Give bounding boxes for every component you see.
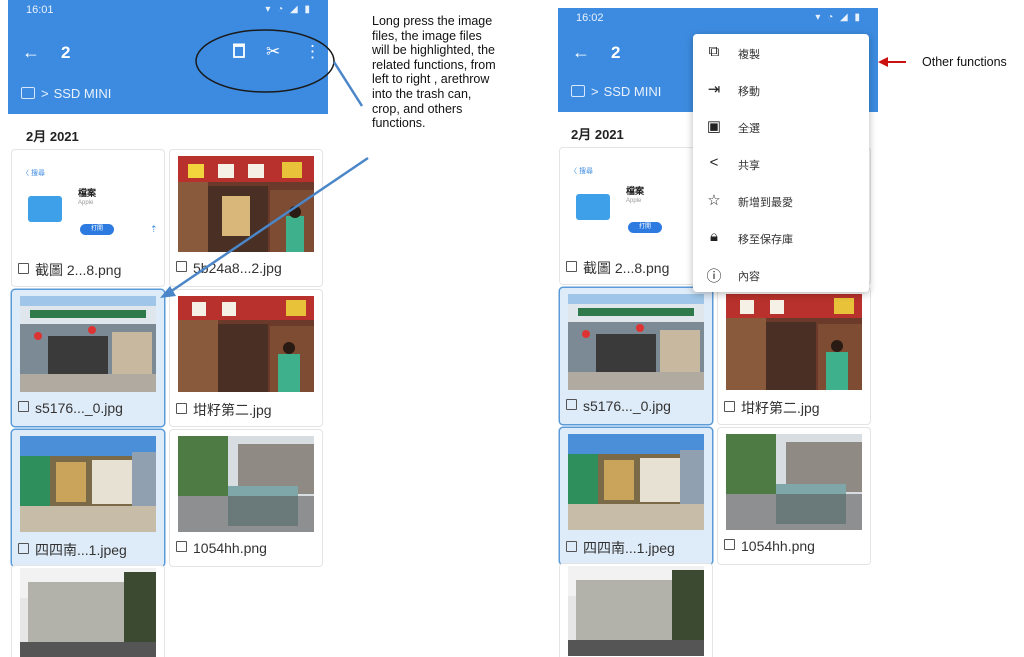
file-thumbnail <box>568 434 704 530</box>
file-thumbnail <box>726 434 862 530</box>
menu-item-label: 移至保存庫 <box>738 234 793 246</box>
file-name: 坩籽第二.jpg <box>724 398 820 418</box>
file-thumbnail: 〈 搜尋 檔案 Apple 打開 <box>568 154 704 250</box>
file-name-label: 坩籽第二.jpg <box>741 400 820 416</box>
file-card[interactable]: 1054hh.png <box>718 428 870 564</box>
back-arrow-icon[interactable]: ← <box>572 42 590 63</box>
menu-item-label: 全選 <box>738 123 760 135</box>
menu-item-label: 內容 <box>738 271 760 283</box>
file-name-label: s5176..._0.jpg <box>583 398 671 414</box>
thumb-subtitle: Apple <box>626 198 642 204</box>
breadcrumb[interactable]: > SSD MINI <box>571 84 661 99</box>
file-card-selected[interactable]: 四四南...1.jpeg <box>560 428 712 564</box>
selected-count: 2 <box>611 43 621 62</box>
file-name: s5176..._0.jpg <box>566 398 671 414</box>
thumb-open-button: 打開 <box>628 222 662 233</box>
status-bar: 16:02 ▾ ◔ ◢ ▮ <box>558 8 878 28</box>
lock-icon: 🔒︎ <box>710 228 718 245</box>
left-annotation: Long press the image files, the image fi… <box>372 14 496 131</box>
menu-item-properties[interactable]: ⓘ 內容 <box>693 258 869 294</box>
image-file-icon <box>724 401 735 412</box>
copy-icon: ⧉ <box>708 43 720 60</box>
menu-item-label: 複製 <box>738 49 760 61</box>
file-thumbnail <box>726 294 862 390</box>
date-header: 2月 2021 <box>571 127 624 142</box>
image-file-icon <box>724 539 735 550</box>
file-card-selected[interactable]: s5176..._0.jpg <box>560 288 712 424</box>
info-icon: ⓘ <box>706 268 722 285</box>
image-file-icon <box>566 261 577 272</box>
menu-item-add-favorite[interactable]: ☆ 新增到最愛 <box>693 184 869 220</box>
menu-item-move[interactable]: ⇥ 移動 <box>693 73 869 109</box>
file-name-label: 截圖 2...8.png <box>583 260 670 276</box>
file-thumbnail <box>568 566 704 656</box>
file-thumbnail <box>568 294 704 390</box>
file-name: 1054hh.png <box>724 538 815 554</box>
move-icon: ⇥ <box>707 81 721 98</box>
menu-item-move-to-vault[interactable]: 🔒︎ 移至保存庫 <box>693 221 869 257</box>
file-name-label: 1054hh.png <box>741 538 815 554</box>
menu-item-label: 共享 <box>738 160 760 172</box>
thumb-back-link: 〈 搜尋 <box>570 168 593 175</box>
menu-item-label: 移動 <box>738 86 760 98</box>
overflow-menu: ⧉ 複製 ⇥ 移動 ▣ 全選 < 共享 ☆ 新增到最愛 🔒︎ 移至保存庫 ⓘ 內… <box>693 34 869 292</box>
thumb-title: 檔案 <box>626 186 645 196</box>
menu-item-copy[interactable]: ⧉ 複製 <box>693 36 869 72</box>
image-file-icon <box>566 399 577 410</box>
file-card[interactable] <box>560 564 712 657</box>
breadcrumb-label: SSD MINI <box>603 84 662 99</box>
status-time: 16:02 <box>576 12 604 24</box>
select-all-icon: ▣ <box>706 118 722 135</box>
menu-item-label: 新增到最愛 <box>738 197 793 209</box>
right-annotation: Other functions <box>922 55 1007 69</box>
menu-item-select-all[interactable]: ▣ 全選 <box>693 110 869 146</box>
image-file-icon <box>566 541 577 552</box>
file-card[interactable]: 坩籽第二.jpg <box>718 288 870 424</box>
status-icons: ▾ ◔ ◢ ▮ <box>815 12 862 23</box>
file-name: 四四南...1.jpeg <box>566 538 675 558</box>
file-name-label: 四四南...1.jpeg <box>583 540 675 556</box>
file-name: 截圖 2...8.png <box>566 258 669 278</box>
share-icon: < <box>709 154 719 171</box>
file-card[interactable]: 〈 搜尋 檔案 Apple 打開 截圖 2...8.png <box>560 148 712 284</box>
folder-icon <box>576 194 610 220</box>
star-icon: ☆ <box>707 192 721 209</box>
drive-icon <box>571 85 585 97</box>
menu-item-share[interactable]: < 共享 <box>693 147 869 183</box>
